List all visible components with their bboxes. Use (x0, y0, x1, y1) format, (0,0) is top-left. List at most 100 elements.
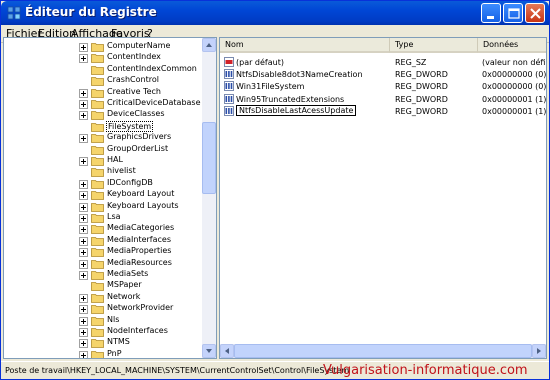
tree-item[interactable]: GroupOrderList (4, 143, 204, 156)
expand-icon[interactable] (79, 339, 88, 349)
tree-item-label: NTMS (107, 337, 130, 347)
tree-item[interactable]: MediaSets (4, 269, 204, 281)
tree-item[interactable]: PnP (4, 349, 204, 358)
expand-icon[interactable] (79, 305, 88, 315)
expand-icon[interactable] (79, 316, 88, 326)
scroll-up-button[interactable] (202, 38, 216, 52)
expand-icon[interactable] (79, 328, 88, 337)
registry-key-tree[interactable]: ComputerName ContentIndex ContentIndexComm… (3, 37, 217, 359)
value-row[interactable]: Win31FileSystem REG_DWORD 0x00000000 (0) (220, 81, 546, 93)
tree-item[interactable]: Creative Tech (4, 87, 204, 99)
expand-icon[interactable] (79, 54, 88, 64)
value-row[interactable]: (par défaut) REG_SZ (valeur non définie (220, 57, 546, 69)
expand-icon[interactable] (79, 191, 88, 201)
tree-item-label: NodeInterfaces (107, 326, 168, 335)
expand-icon[interactable] (79, 100, 88, 109)
folder-icon (91, 145, 104, 155)
tree-item-label: MediaResources (107, 257, 172, 267)
expand-icon[interactable] (79, 134, 88, 144)
tree-item[interactable]: NTMS (4, 337, 204, 349)
tree-item[interactable]: NodeInterfaces (4, 326, 204, 338)
expand-icon[interactable] (79, 88, 88, 98)
expand-icon[interactable] (79, 225, 88, 235)
list-horizontal-scrollbar[interactable] (220, 344, 546, 358)
expand-icon[interactable] (79, 111, 88, 121)
tree-item[interactable]: ContentIndexCommon (4, 64, 204, 76)
tree-item[interactable]: DeviceClasses (4, 109, 204, 121)
tree-item[interactable]: HAL (4, 155, 204, 167)
expand-icon[interactable] (79, 259, 88, 269)
tree-item[interactable]: IDConfigDB (4, 178, 204, 190)
value-row[interactable]: NtfsDisable8dot3NameCreation REG_DWORD 0x0… (220, 69, 546, 81)
folder-icon (91, 111, 104, 121)
scroll-down-button[interactable] (202, 344, 216, 358)
folder-icon (91, 316, 104, 326)
value-name: NtfsDisable8dot3NameCreation (236, 70, 363, 80)
tree-item[interactable]: Keyboard Layout (4, 189, 204, 201)
expand-icon[interactable] (79, 202, 88, 212)
expand-icon[interactable] (79, 236, 88, 246)
tree-item[interactable]: Nls (4, 314, 204, 327)
folder-icon (91, 225, 104, 235)
tree-item-label: GroupOrderList (107, 143, 169, 153)
minimize-button[interactable] (481, 3, 501, 23)
expand-icon[interactable] (79, 179, 88, 189)
title-bar[interactable]: Éditeur du Registre (1, 1, 549, 25)
tree-item[interactable]: NetworkProvider (4, 303, 204, 315)
tree-vertical-scrollbar[interactable] (202, 38, 216, 358)
scroll-left-button[interactable] (220, 344, 234, 358)
tree-item[interactable]: FileSystem (4, 120, 204, 133)
folder-icon (91, 293, 104, 303)
tree-item[interactable]: MediaCategories (4, 223, 204, 235)
expand-icon[interactable] (79, 43, 88, 52)
folder-icon (91, 54, 104, 64)
tree-item-label: GraphicsDrivers (107, 132, 172, 142)
folder-icon (91, 248, 104, 258)
folder-icon (91, 100, 104, 109)
expand-icon[interactable] (79, 293, 88, 303)
value-row[interactable]: Win95TruncatedExtensions REG_DWORD 0x00000… (220, 93, 546, 106)
tree-item-label: HAL (107, 155, 123, 164)
tree-item[interactable]: Lsa (4, 212, 204, 224)
tree-item-label: Nls (107, 314, 120, 324)
expand-icon[interactable] (79, 214, 88, 223)
tree-item[interactable]: ComputerName (4, 41, 204, 53)
tree-item[interactable]: CriticalDeviceDatabase (4, 98, 204, 110)
expand-icon[interactable] (79, 157, 88, 166)
tree-item[interactable]: MediaInterfaces (4, 235, 204, 247)
tree-item[interactable]: MSPaper (4, 280, 204, 292)
list-scroll-thumb[interactable] (234, 344, 532, 358)
folder-icon (91, 43, 104, 52)
expand-icon[interactable] (79, 350, 88, 358)
folder-icon (91, 214, 104, 223)
tree-item[interactable]: CrashControl (4, 75, 204, 87)
tree-item[interactable]: GraphicsDrivers (4, 132, 204, 144)
tree-item[interactable]: MediaProperties (4, 246, 204, 258)
maximize-button[interactable] (503, 3, 523, 23)
tree-item[interactable]: ContentIndex (4, 52, 204, 64)
registry-editor-window: Éditeur du Registre Fichier Edition Affi… (0, 0, 550, 380)
tree-item[interactable]: Network (4, 292, 204, 304)
column-header-name[interactable]: Nom (220, 38, 390, 53)
tree-item-label: FileSystem (106, 120, 154, 132)
tree-item[interactable]: MediaResources (4, 257, 204, 270)
tree-item-label: MSPaper (107, 280, 142, 290)
tree-item-label: Lsa (107, 212, 121, 221)
value-row[interactable]: NtfsDisableLastAcessUpdate REG_DWORD 0x000… (220, 104, 546, 118)
scroll-right-button[interactable] (532, 344, 546, 358)
registry-value-list[interactable]: Nom Type Données (par défaut) REG_SZ (vale… (219, 37, 547, 359)
expand-icon[interactable] (79, 271, 88, 280)
tree-scroll-thumb[interactable] (202, 122, 216, 194)
close-button[interactable] (525, 3, 545, 23)
expand-icon[interactable] (79, 248, 88, 258)
dword-value-icon (224, 69, 234, 80)
registry-app-icon (7, 6, 21, 20)
column-header-data[interactable]: Données (478, 38, 546, 53)
column-header-type[interactable]: Type (390, 38, 478, 53)
tree-item[interactable]: hivelist (4, 166, 204, 178)
tree-item[interactable]: Keyboard Layouts (4, 201, 204, 213)
folder-icon (91, 350, 104, 358)
arrow-down-icon (206, 349, 212, 353)
rename-value-field[interactable]: NtfsDisableLastAcessUpdate (236, 104, 357, 116)
folder-icon (91, 191, 104, 201)
